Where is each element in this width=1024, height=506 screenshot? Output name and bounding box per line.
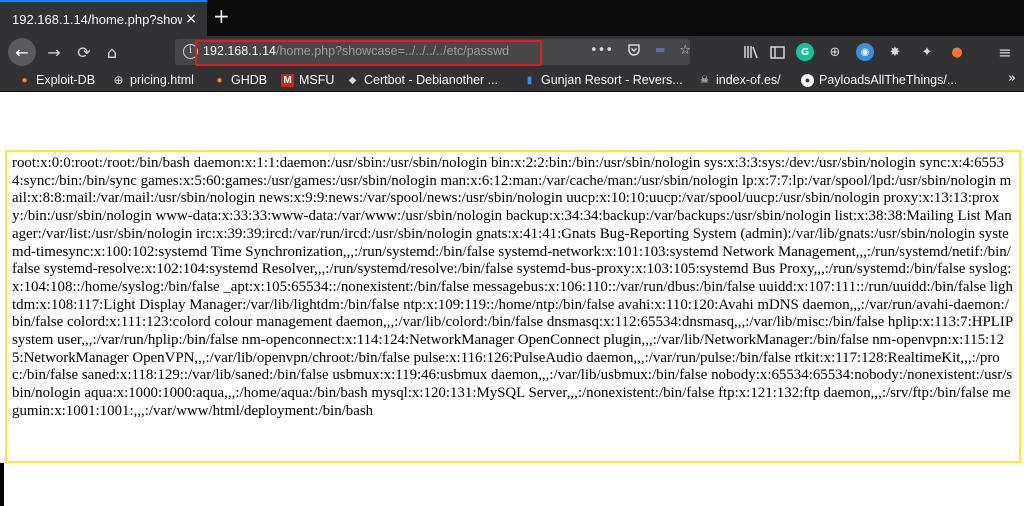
page-content: root:x:0:0:root:/root:/bin/bash daemon:x… [0, 93, 1024, 506]
bookmark-label: Exploit-DB [36, 73, 96, 87]
tab-strip: 192.168.1.14/home.php?showc × + [0, 0, 1024, 36]
globe-extension-icon[interactable]: ⊕ [826, 43, 844, 61]
menu-icon[interactable]: ≡ [996, 43, 1014, 62]
bookmark-label: MSFU [299, 73, 335, 87]
msf-icon: M [281, 73, 294, 87]
grammarly-icon[interactable]: G [796, 43, 814, 61]
page-actions-menu-icon[interactable]: ••• [590, 43, 613, 61]
github-icon: ● [801, 73, 814, 87]
bookmark-label: GHDB [231, 73, 268, 87]
back-button[interactable]: ← [8, 38, 36, 66]
bookmark-label: pricing.html [130, 73, 194, 87]
url-host: 192.168.1.14 [203, 44, 276, 58]
bookmark-label: Certbot - Debianother ... [364, 73, 499, 87]
new-tab-button[interactable]: + [213, 5, 230, 27]
reader-view-icon[interactable]: ▬ [655, 43, 665, 61]
bookmark-label: index-of.es/ [716, 73, 781, 87]
bookmarks-toolbar: ● Exploit-DB ⊕ pricing.html ● GHDB M MSF… [0, 68, 1024, 92]
bookmark-label: Gunjan Resort - Revers... [541, 73, 683, 87]
settings-gear-icon[interactable]: ✸ [886, 43, 904, 61]
bookmark-payloads[interactable]: ● PayloadsAllTheThings/... [801, 72, 957, 88]
flame-icon: ● [216, 74, 223, 86]
bookmark-exploit-db[interactable]: ● Exploit-DB [18, 72, 95, 88]
firefox-addon-icon[interactable]: ● [948, 43, 966, 61]
bookmark-index-of[interactable]: ☠ index-of.es/ [698, 72, 781, 88]
bookmarks-overflow-icon[interactable]: » [1008, 71, 1016, 86]
bookmark-label: PayloadsAllTheThings/... [819, 73, 958, 87]
skull-icon: ☠ [700, 74, 709, 86]
sidebar-icon[interactable] [768, 43, 786, 61]
certbot-icon: ◆ [348, 74, 357, 86]
flame-icon: ● [21, 74, 28, 86]
bookmark-certbot[interactable]: ◆ Certbot - Debianother ... [346, 72, 498, 88]
home-button[interactable]: ⌂ [98, 38, 126, 66]
tab-active[interactable]: 192.168.1.14/home.php?showc × [0, 0, 207, 36]
scroll-edge-marker [0, 463, 4, 506]
avatar-extension-icon[interactable]: ◉ [856, 43, 874, 61]
url-text[interactable]: 192.168.1.14/home.php?showcase=../../../… [203, 44, 509, 58]
bookmark-msfu[interactable]: M MSFU [281, 72, 334, 88]
library-icon[interactable] [742, 43, 760, 61]
bookmark-gunjan-resort[interactable]: ▮ Gunjan Resort - Revers... [523, 72, 683, 88]
puzzle-extension-icon[interactable]: ✦ [918, 43, 936, 61]
url-path: /home.php?showcase=../../../../etc/passw… [276, 44, 510, 58]
url-bar[interactable]: i 192.168.1.14/home.php?showcase=../../.… [175, 39, 691, 66]
passwd-output-box: root:x:0:0:root:/root:/bin/bash daemon:x… [5, 150, 1021, 463]
reload-button[interactable]: ⟳ [70, 38, 98, 66]
globe-icon: ⊕ [113, 72, 124, 87]
page-actions: ••• ▬ ☆ [590, 43, 691, 61]
chart-icon: ▮ [526, 74, 533, 86]
forward-button[interactable]: → [40, 38, 68, 66]
bookmark-ghdb[interactable]: ● GHDB [213, 72, 267, 88]
bookmark-star-icon[interactable]: ☆ [679, 43, 691, 61]
bookmark-pricing[interactable]: ⊕ pricing.html [112, 72, 194, 88]
navigation-toolbar: ← → ⟳ ⌂ i 192.168.1.14/home.php?showcase… [0, 36, 1024, 68]
tab-title: 192.168.1.14/home.php?showc [12, 11, 182, 27]
passwd-file-contents: root:x:0:0:root:/root:/bin/bash daemon:x… [12, 155, 1013, 419]
pocket-icon[interactable] [627, 43, 641, 61]
close-icon[interactable]: × [185, 11, 197, 27]
